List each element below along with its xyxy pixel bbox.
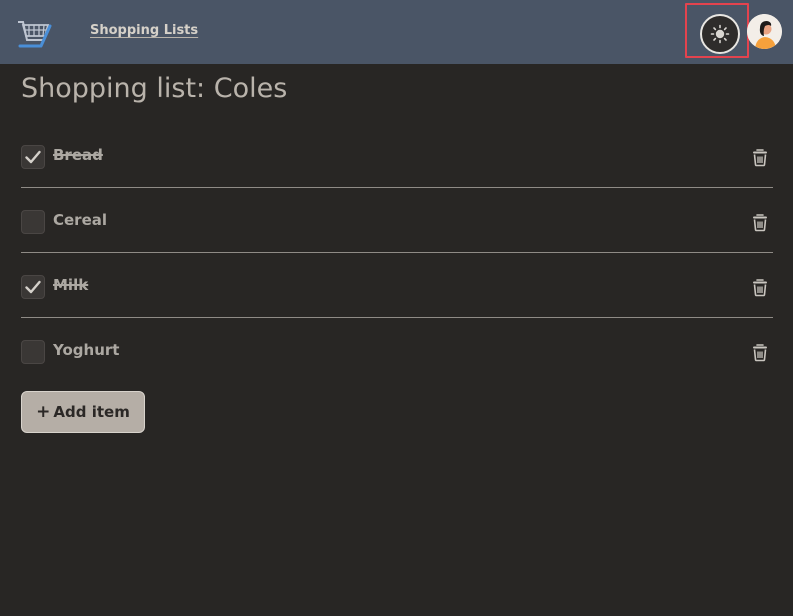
trash-icon[interactable] (750, 277, 770, 297)
item-checkbox[interactable] (21, 275, 45, 299)
add-item-button[interactable]: + Add item (21, 391, 145, 433)
item-label: Milk (53, 276, 89, 294)
list-item: Bread (21, 123, 773, 188)
sun-icon (710, 24, 730, 44)
nav-link-shopping-lists[interactable]: Shopping Lists (90, 23, 198, 38)
list-item: Milk (21, 253, 773, 318)
add-item-label: Add item (53, 403, 130, 421)
item-label: Bread (53, 146, 103, 164)
plus-icon: + (36, 402, 51, 422)
item-checkbox[interactable] (21, 210, 45, 234)
list-item: Cereal (21, 188, 773, 253)
trash-icon[interactable] (750, 342, 770, 362)
trash-icon[interactable] (750, 147, 770, 167)
top-navbar: Shopping Lists (0, 0, 793, 64)
theme-toggle-button[interactable] (700, 14, 740, 54)
shopping-cart-icon[interactable] (14, 16, 52, 50)
list-item: Yoghurt (21, 318, 773, 383)
item-label: Cereal (53, 211, 108, 229)
shopping-list: Bread Cereal Milk Yoghurt (21, 123, 773, 383)
checkmark-icon (25, 150, 41, 164)
item-checkbox[interactable] (21, 145, 45, 169)
item-label: Yoghurt (53, 341, 120, 359)
checkmark-icon (25, 280, 41, 294)
user-avatar[interactable] (747, 14, 782, 49)
page-title: Shopping list: Coles (21, 73, 288, 104)
trash-icon[interactable] (750, 212, 770, 232)
item-checkbox[interactable] (21, 340, 45, 364)
